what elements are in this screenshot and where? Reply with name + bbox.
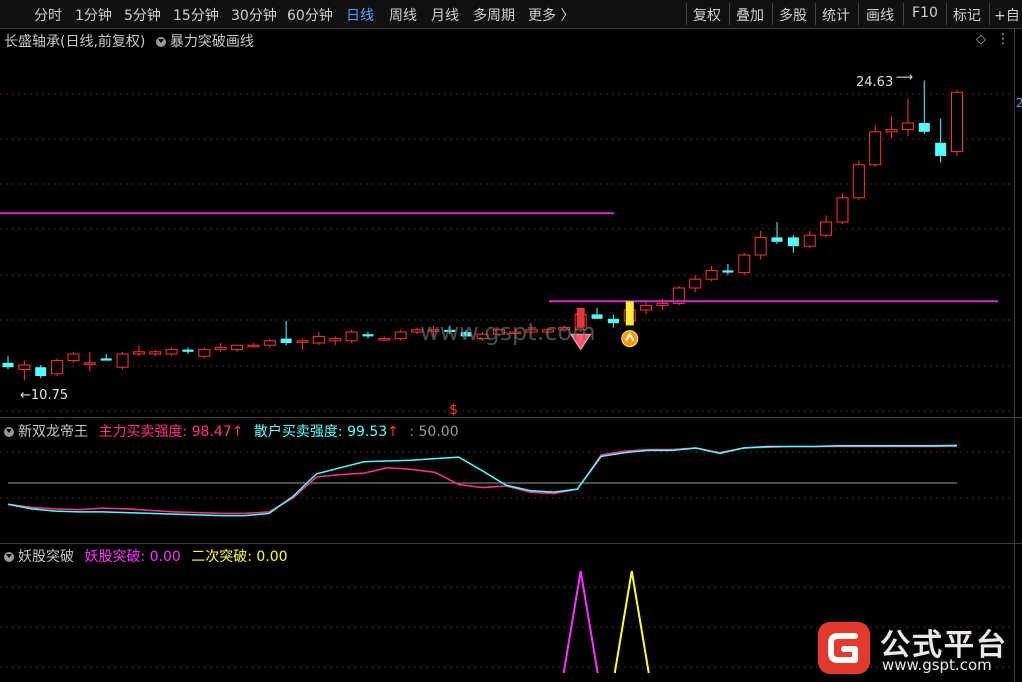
high-price-label: 24.63 <box>856 75 894 90</box>
tab-period-monthly[interactable]: 月线 <box>431 5 459 25</box>
low-price-label: ←10.75 <box>20 388 68 403</box>
candle-body <box>656 302 669 307</box>
divider <box>772 3 773 25</box>
tab-period-0[interactable]: 分时 <box>34 5 62 25</box>
divider <box>989 3 990 25</box>
dollar-marker: $ <box>449 402 458 418</box>
divider <box>903 3 904 25</box>
candle-body <box>787 237 799 247</box>
multi-stock-button[interactable]: 多股 <box>779 5 807 25</box>
statistics-button[interactable]: 统计 <box>822 5 850 25</box>
candle-body <box>754 236 767 256</box>
divider <box>946 3 947 25</box>
grid <box>0 93 1014 412</box>
candle-body <box>67 353 80 362</box>
candle-body <box>836 197 849 223</box>
low-price-value: 10.75 <box>30 388 69 403</box>
second-spike <box>613 570 650 674</box>
candle-body <box>951 91 963 153</box>
grid <box>0 451 1014 499</box>
candle-body <box>231 344 244 351</box>
candle-body <box>885 129 898 133</box>
indicator1-chart[interactable] <box>0 418 1014 543</box>
candle-body <box>869 131 882 166</box>
f10-button[interactable]: F10 <box>912 5 938 21</box>
add-button[interactable]: +自 <box>994 5 1020 25</box>
high-arrow: ⟶ <box>896 70 914 84</box>
spikes <box>562 570 650 674</box>
main-strength-line <box>7 445 958 515</box>
candle-body <box>852 164 865 199</box>
candle-body <box>640 305 653 311</box>
watermark: www.gspt.com <box>420 318 596 346</box>
mark-button[interactable]: 标记 <box>953 5 981 25</box>
candle-body <box>689 278 702 289</box>
tab-period-3[interactable]: 15分钟 <box>173 5 219 25</box>
tab-period-2[interactable]: 5分钟 <box>124 5 161 25</box>
candle-body <box>280 338 292 343</box>
candle-body <box>918 123 930 132</box>
candle-body <box>100 358 112 361</box>
candle-body <box>722 270 734 273</box>
gspt-logo-icon <box>818 622 870 674</box>
candle-body <box>901 122 914 131</box>
candle-body <box>705 269 718 280</box>
candle-body <box>83 362 96 365</box>
candle-body <box>935 142 947 156</box>
tab-period-weekly[interactable]: 周线 <box>389 5 417 25</box>
divider <box>729 3 730 25</box>
divider <box>815 3 816 25</box>
price-axis-edge-label: 2 <box>1016 96 1022 110</box>
candle-body <box>198 349 211 357</box>
candle-body <box>247 344 260 348</box>
candle-body <box>738 254 751 274</box>
candle-body <box>394 331 407 340</box>
candle-body <box>182 349 194 352</box>
right-axis-divider <box>1014 28 1015 682</box>
candle-body <box>2 362 14 368</box>
candle-body <box>35 367 47 376</box>
divider <box>858 3 859 25</box>
tab-period-multi[interactable]: 多周期 <box>473 5 515 25</box>
candle-body <box>165 349 178 355</box>
retail-strength-line <box>7 444 958 517</box>
low-arrow: ← <box>20 388 31 403</box>
candle-body <box>149 351 162 355</box>
candle-body <box>820 221 833 236</box>
tab-more[interactable]: 更多 〉 <box>528 5 574 25</box>
tab-period-1[interactable]: 1分钟 <box>75 5 112 25</box>
fuquan-button[interactable]: 复权 <box>693 5 721 25</box>
candle-body <box>214 346 227 351</box>
candle-body <box>803 234 816 247</box>
draw-line-button[interactable]: 画线 <box>866 5 894 25</box>
candle-body <box>378 338 391 341</box>
candle-body <box>18 364 31 370</box>
logo-url: www.gspt.com <box>882 656 992 674</box>
candle-body <box>132 351 145 355</box>
candle-body <box>362 334 374 337</box>
signal-bar-yellow <box>625 301 634 326</box>
candle-body <box>329 338 342 342</box>
candle-body <box>607 318 619 324</box>
candle-body <box>771 237 783 242</box>
top-toolbar: 分时 1分钟 5分钟 15分钟 30分钟 60分钟 日线 周线 月线 多周期 更… <box>0 0 1022 29</box>
candle-body <box>296 340 309 343</box>
candle-body <box>51 360 64 375</box>
tab-period-4[interactable]: 30分钟 <box>231 5 277 25</box>
tab-period-5[interactable]: 60分钟 <box>287 5 333 25</box>
candle-body <box>263 340 276 346</box>
yao-spike <box>562 570 599 674</box>
candle-body <box>116 353 129 368</box>
tab-period-daily[interactable]: 日线 <box>346 5 374 25</box>
divider <box>686 3 687 25</box>
candle-body <box>345 331 358 342</box>
overlay-button[interactable]: 叠加 <box>736 5 764 25</box>
candle-body <box>312 335 325 344</box>
